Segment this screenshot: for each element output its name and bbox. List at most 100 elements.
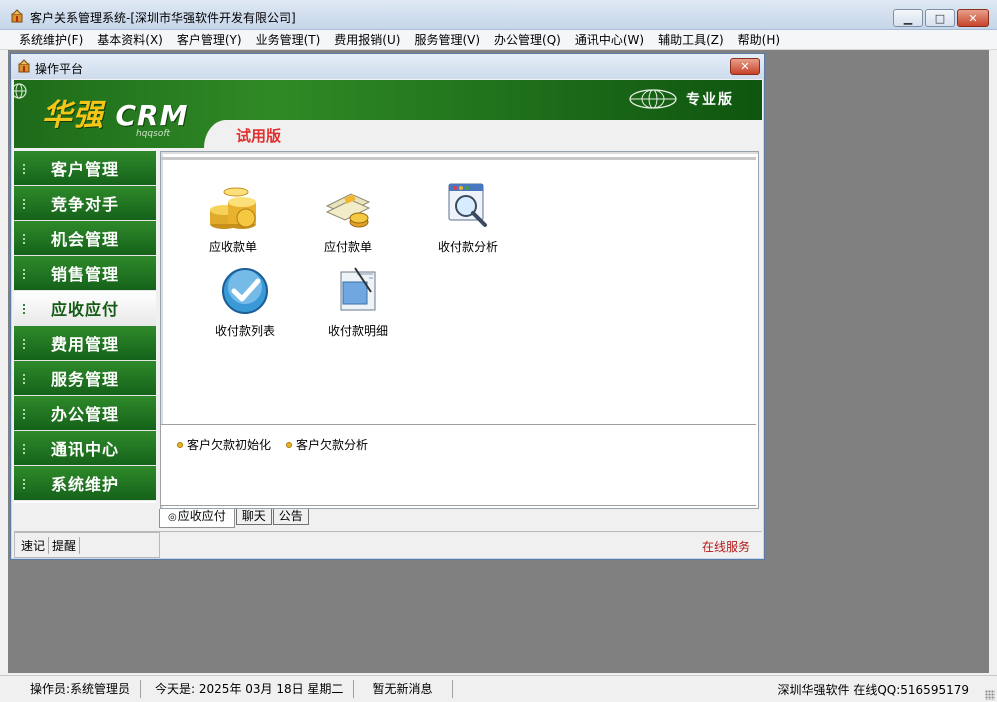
menu-expense-reimbursement[interactable]: 费用报销(U) — [327, 31, 407, 48]
quick-links-panel: 客户欠款初始化 客户欠款分析 — [160, 424, 756, 506]
menu-communication-center[interactable]: 通讯中心(W) — [568, 31, 651, 48]
menu-business-management[interactable]: 业务管理(T) — [249, 31, 328, 48]
nav-item-receivables-payables[interactable]: 应收应付 — [14, 291, 156, 326]
tab-receivables-payables[interactable]: 应收应付 — [159, 509, 235, 528]
app-icon — [11, 9, 23, 23]
child-close-button[interactable]: ✕ — [730, 58, 760, 75]
reminder-button[interactable]: 提醒 — [49, 536, 81, 554]
tile-payment-list[interactable]: 收付款列表 — [195, 264, 295, 339]
grip-icon — [22, 163, 26, 175]
link-customer-debt-init[interactable]: 客户欠款初始化 — [177, 436, 271, 453]
menu-basic-data[interactable]: 基本资料(X) — [90, 31, 170, 48]
window-titlebar: 客户关系管理系统-[深圳市华强软件开发有限公司] ▁ □ ✕ — [0, 0, 997, 30]
tile-label: 应付款单 — [323, 240, 372, 254]
nav-item-label: 机会管理 — [50, 230, 119, 249]
nav-item-service-management[interactable]: 服务管理 — [14, 361, 156, 396]
tile-receivable-bill[interactable]: 应收款单 — [183, 180, 283, 255]
globe-icon — [629, 89, 677, 109]
status-operator: 操作员:系统管理员 — [0, 680, 142, 698]
online-service-link[interactable]: 在线服务 — [702, 538, 750, 555]
nav-item-label: 通讯中心 — [50, 440, 119, 459]
minimize-button[interactable]: ▁ — [893, 9, 923, 27]
close-button[interactable]: ✕ — [957, 9, 989, 27]
grip-icon — [22, 373, 26, 385]
grip-icon — [22, 408, 26, 420]
cash-coins-icon — [325, 193, 371, 228]
nav-item-label: 系统维护 — [50, 475, 119, 494]
menubar: 系统维护(F) 基本资料(X) 客户管理(Y) 业务管理(T) 费用报销(U) … — [0, 30, 997, 50]
tile-payment-detail[interactable]: 收付款明细 — [308, 264, 408, 339]
nav-item-competitors[interactable]: 竞争对手 — [14, 186, 156, 221]
logo-subtitle: hqqsoft — [136, 129, 171, 139]
window-controls: ▁ □ ✕ — [893, 9, 989, 27]
nav-item-label: 费用管理 — [50, 335, 119, 354]
status-company: 深圳华强软件 在线QQ:516595179 — [777, 682, 969, 697]
checkmark-circle-icon — [222, 268, 268, 314]
divider — [161, 157, 756, 160]
menu-office-management[interactable]: 办公管理(Q) — [487, 31, 568, 48]
child-title: 操作平台 — [35, 62, 84, 76]
tile-payment-analysis[interactable]: 收付款分析 — [418, 180, 518, 255]
menu-auxiliary-tools[interactable]: 辅助工具(Z) — [651, 31, 731, 48]
tile-label: 收付款列表 — [214, 324, 275, 338]
nav-item-system-maintenance[interactable]: 系统维护 — [14, 466, 156, 501]
nav-item-label: 客户管理 — [50, 160, 119, 179]
quick-tools: 速记 提醒 — [14, 532, 160, 558]
bullet-icon — [177, 441, 183, 448]
brand-logo: 华强 CRM — [42, 90, 188, 134]
child-titlebar: 操作平台 ✕ — [11, 54, 764, 79]
link-customer-debt-analysis[interactable]: 客户欠款分析 — [286, 436, 368, 453]
nav-item-opportunity-management[interactable]: 机会管理 — [14, 221, 156, 256]
operation-platform-window: 操作平台 ✕ 华强 CRM hqqsoft 专业版 试用版 客户管理 竞争对手 … — [10, 53, 765, 560]
status-date: 今天是: 2025年 03月 18日 星期二 — [141, 680, 355, 698]
quick-notes-button[interactable]: 速记 — [18, 536, 50, 554]
logo-en: CRM — [115, 99, 189, 132]
tile-payable-bill[interactable]: 应付款单 — [298, 180, 398, 255]
nav-item-label: 竞争对手 — [50, 195, 119, 214]
nav-item-label: 服务管理 — [50, 370, 119, 389]
app-icon — [18, 59, 30, 73]
globe-icon — [14, 83, 27, 99]
menu-help[interactable]: 帮助(H) — [731, 31, 787, 48]
edition-label: 专业版 — [686, 92, 734, 108]
grip-icon — [22, 338, 26, 350]
magnifier-window-icon — [448, 183, 487, 227]
resize-grip-icon[interactable] — [985, 690, 995, 700]
brand-banner: 华强 CRM hqqsoft 专业版 试用版 — [14, 80, 762, 148]
link-label: 客户欠款初始化 — [187, 438, 272, 452]
grip-icon — [22, 443, 26, 455]
maximize-button[interactable]: □ — [925, 9, 955, 27]
logo-cn: 华强 — [42, 98, 104, 133]
tab-announcement[interactable]: 公告 — [272, 509, 309, 525]
nav-item-communication-center[interactable]: 通讯中心 — [14, 431, 156, 466]
edition-badge: 专业版 — [628, 88, 734, 110]
nav-item-label: 销售管理 — [50, 265, 119, 284]
menu-customer-management[interactable]: 客户管理(Y) — [170, 31, 249, 48]
grip-icon — [22, 268, 26, 280]
coins-icon — [210, 187, 256, 229]
tile-label: 收付款分析 — [437, 240, 498, 254]
status-bar: 操作员:系统管理员 今天是: 2025年 03月 18日 星期二 暂无新消息 深… — [0, 675, 997, 702]
grip-icon — [22, 233, 26, 245]
trial-band: 试用版 — [204, 120, 762, 148]
tile-label: 应收款单 — [208, 240, 257, 254]
tile-label: 收付款明细 — [327, 324, 388, 338]
document-pen-icon — [340, 267, 376, 311]
menu-system-maintenance[interactable]: 系统维护(F) — [12, 31, 90, 48]
nav-item-expense-management[interactable]: 费用管理 — [14, 326, 156, 361]
module-nav: 客户管理 竞争对手 机会管理 销售管理 应收应付 费用管理 服务管理 办公管理 … — [14, 151, 156, 503]
bullet-icon — [286, 441, 292, 448]
grip-icon — [22, 198, 26, 210]
nav-item-customer-management[interactable]: 客户管理 — [14, 151, 156, 186]
link-label: 客户欠款分析 — [296, 438, 369, 452]
tab-chat[interactable]: 聊天 — [235, 509, 272, 525]
grip-icon — [22, 303, 26, 315]
bottom-tabs: 应收应付 聊天 公告 — [159, 509, 310, 528]
child-status-bar: 速记 提醒 在线服务 — [14, 531, 762, 558]
nav-item-label: 办公管理 — [50, 405, 119, 424]
nav-item-sales-management[interactable]: 销售管理 — [14, 256, 156, 291]
trial-label: 试用版 — [236, 127, 282, 145]
menu-service-management[interactable]: 服务管理(V) — [407, 31, 487, 48]
nav-item-office-management[interactable]: 办公管理 — [14, 396, 156, 431]
status-message: 暂无新消息 — [354, 680, 454, 698]
